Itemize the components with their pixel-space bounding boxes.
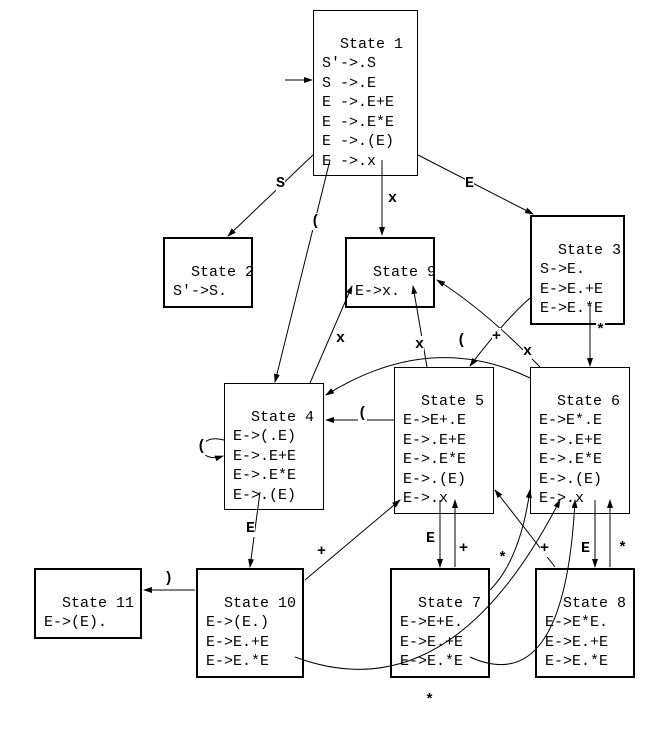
edge-label-plus3: + <box>459 540 468 557</box>
edge-label-S: S <box>276 175 285 192</box>
state-6-item-3: E->.(E) <box>539 471 602 488</box>
edge-label-x4: x <box>523 343 532 360</box>
state-4-item-2: E->.E*E <box>233 467 296 484</box>
state-10-item-1: E->E.+E <box>206 634 269 651</box>
edge-label-open4: ( <box>197 438 206 455</box>
state-8-title: State 8 <box>563 595 626 612</box>
state-10-item-2: E->E.*E <box>206 653 269 670</box>
edge-label-plus4: + <box>540 540 549 557</box>
state-4-item-0: E->(.E) <box>233 428 296 445</box>
state-6-item-0: E->E*.E <box>539 412 602 429</box>
state-5: State 5 E->E+.E E->.E+E E->.E*E E->.(E) … <box>394 367 494 514</box>
edge-label-E3: E <box>426 530 435 547</box>
state-11-item-0: E->(E). <box>44 614 107 631</box>
state-2: State 2 S'->S. <box>163 237 253 308</box>
state-1-title: State 1 <box>340 36 403 53</box>
edge-label-open3: ( <box>358 405 367 422</box>
state-11: State 11 E->(E). <box>34 568 142 639</box>
state-1-item-5: E ->.x <box>322 153 376 170</box>
edge-label-x3: x <box>415 336 424 353</box>
state-3-item-2: E->E.*E <box>540 300 603 317</box>
state-8: State 8 E->E*E. E->E.+E E->E.*E <box>535 568 635 678</box>
edge-label-star1: * <box>596 322 605 339</box>
edge-label-close: ) <box>164 570 173 587</box>
state-2-item-0: S'->S. <box>173 283 227 300</box>
state-3-title: State 3 <box>558 242 621 259</box>
edge-label-open1: ( <box>311 213 320 230</box>
state-1-item-0: S'->.S <box>322 55 376 72</box>
state-8-item-0: E->E*E. <box>545 614 608 631</box>
state-1-item-2: E ->.E+E <box>322 94 394 111</box>
edge-label-plus1: + <box>492 328 501 345</box>
state-7-title: State 7 <box>418 595 481 612</box>
state-10-item-0: E->(E.) <box>206 614 269 631</box>
state-1-item-3: E ->.E*E <box>322 114 394 131</box>
state-7-item-2: E->E.*E <box>400 653 463 670</box>
state-6: State 6 E->E*.E E->.E+E E->.E*E E->.(E) … <box>530 367 630 514</box>
state-9-title: State 9 <box>373 264 436 281</box>
state-3-item-1: E->E.+E <box>540 281 603 298</box>
state-6-item-1: E->.E+E <box>539 432 602 449</box>
edge-label-E4: E <box>581 540 590 557</box>
edge-label-star2: * <box>618 540 627 557</box>
state-1: State 1 S'->.S S ->.E E ->.E+E E ->.E*E … <box>313 10 418 176</box>
edge-label-E2: E <box>246 520 255 537</box>
state-5-item-2: E->.E*E <box>403 451 466 468</box>
edge-label-open2: ( <box>457 332 466 349</box>
state-8-item-1: E->E.+E <box>545 634 608 651</box>
state-8-item-2: E->E.*E <box>545 653 608 670</box>
state-11-title: State 11 <box>62 595 134 612</box>
state-10: State 10 E->(E.) E->E.+E E->E.*E <box>196 568 304 678</box>
state-7-item-1: E->E.+E <box>400 634 463 651</box>
state-5-item-0: E->E+.E <box>403 412 466 429</box>
state-4-item-1: E->.E+E <box>233 448 296 465</box>
state-5-item-1: E->.E+E <box>403 432 466 449</box>
state-4-title: State 4 <box>251 409 314 426</box>
edge-label-plus2: + <box>317 543 326 560</box>
state-7: State 7 E->E+E. E->E.+E E->E.*E <box>390 568 490 678</box>
state-5-title: State 5 <box>421 393 484 410</box>
state-1-item-1: S ->.E <box>322 75 376 92</box>
state-6-item-2: E->.E*E <box>539 451 602 468</box>
edge-label-x2: x <box>336 330 345 347</box>
state-4-item-3: E->.(E) <box>233 487 296 504</box>
state-5-item-3: E->.(E) <box>403 471 466 488</box>
state-2-title: State 2 <box>191 264 254 281</box>
state-9-item-0: E->x. <box>355 283 400 300</box>
state-1-item-4: E ->.(E) <box>322 133 394 150</box>
state-6-title: State 6 <box>557 393 620 410</box>
edge-label-x1: x <box>388 190 397 207</box>
state-9: State 9 E->x. <box>345 237 435 308</box>
edge-label-star4: * <box>498 550 507 567</box>
edge-label-star3: * <box>425 692 434 709</box>
state-3: State 3 S->E. E->E.+E E->E.*E <box>530 215 625 325</box>
state-4: State 4 E->(.E) E->.E+E E->.E*E E->.(E) <box>224 383 324 510</box>
state-7-item-0: E->E+E. <box>400 614 463 631</box>
edge-label-E1: E <box>465 175 474 192</box>
state-3-item-0: S->E. <box>540 261 585 278</box>
state-5-item-4: E->.x <box>403 490 448 507</box>
state-6-item-4: E->.x <box>539 490 584 507</box>
state-10-title: State 10 <box>224 595 296 612</box>
